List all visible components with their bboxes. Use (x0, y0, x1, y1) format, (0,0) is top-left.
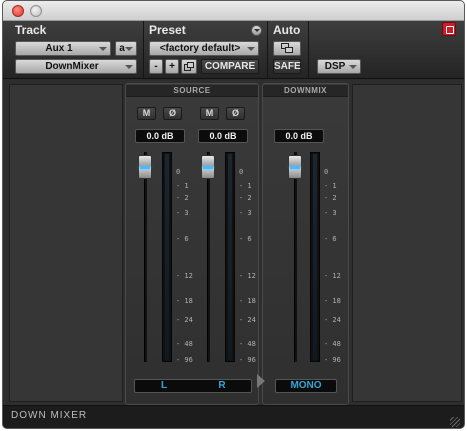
meter-l (162, 152, 172, 362)
meter-tick-label: - 24 (239, 316, 256, 324)
fader-l[interactable] (138, 155, 152, 179)
downmix-title: DOWNMIX (263, 85, 348, 97)
meter-tick-label: - 24 (176, 316, 193, 324)
channel-label-r: R (218, 380, 226, 391)
meter-tick-label: - 1 (176, 182, 189, 190)
meter-tick-label: - 12 (176, 272, 193, 280)
header-divider (143, 21, 144, 79)
meter-tick-label: - 18 (239, 297, 256, 305)
meter-tick-label: - 48 (239, 340, 256, 348)
preset-menu-icon[interactable] (251, 25, 262, 36)
track-name: Aux 1 (45, 43, 73, 54)
meter-tick-label: - 18 (176, 297, 193, 305)
meter-tick-label: - 2 (324, 194, 337, 202)
meter-tick-label: - 48 (324, 340, 341, 348)
preset-label: Preset (149, 23, 186, 37)
compare-button[interactable]: COMPARE (201, 59, 259, 74)
safe-button[interactable]: SAFE (273, 59, 301, 74)
gain-readout-mono[interactable]: 0.0 dB (274, 129, 324, 143)
resize-grip-icon[interactable] (450, 417, 460, 427)
chevron-down-icon (99, 47, 107, 51)
gain-readout-r[interactable]: 0.0 dB (198, 129, 248, 143)
meter-r (225, 152, 235, 362)
automation-button[interactable] (273, 41, 301, 56)
copy-icon (184, 62, 194, 71)
meter-tick-label: - 1 (324, 182, 337, 190)
meter-tick-label: - 12 (324, 272, 341, 280)
header-divider (267, 21, 268, 79)
plugin-title: DOWN MIXER (11, 410, 88, 421)
channel-selector[interactable]: a (115, 41, 137, 56)
title-bar (3, 1, 464, 21)
meter-tick-label: - 12 (239, 272, 256, 280)
meter-tick-label: - 6 (324, 235, 337, 243)
meter-tick-label: - 96 (324, 356, 341, 364)
previous-preset-button[interactable]: - (149, 59, 163, 74)
chevron-down-icon (125, 47, 133, 51)
fader-track-l (144, 152, 147, 362)
header-divider (308, 21, 309, 79)
phase-button-l[interactable]: Ø (163, 107, 182, 120)
close-window-button[interactable] (12, 5, 24, 17)
fader-r[interactable] (201, 155, 215, 179)
preset-selector[interactable]: <factory default> (149, 41, 259, 56)
meter-tick-label: - 6 (176, 235, 189, 243)
copy-preset-button[interactable] (181, 59, 197, 74)
next-preset-button[interactable]: + (165, 59, 179, 74)
automation-icon (281, 43, 293, 53)
chevron-down-icon (247, 47, 255, 51)
meter-tick-label: - 2 (239, 194, 252, 202)
phase-button-r[interactable]: Ø (226, 107, 245, 120)
meter-tick-label: - 96 (239, 356, 256, 364)
meter-tick-label: 0 (324, 168, 329, 176)
preset-name: <factory default> (159, 43, 241, 54)
chevron-down-icon (125, 65, 133, 69)
auto-label: Auto (273, 23, 301, 37)
fader-track-r (207, 152, 210, 362)
plugin-footer: DOWN MIXER (3, 405, 464, 428)
plugin-body: SOURCE M Ø M Ø 0.0 dB 0.0 dB 0 - 1 - 2 - 3 -… (3, 80, 464, 405)
plugin-selector[interactable]: DownMixer (15, 59, 137, 74)
right-panel (352, 84, 462, 402)
gain-readout-l[interactable]: 0.0 dB (135, 129, 185, 143)
minimize-window-button[interactable] (30, 5, 42, 17)
channel-label-mono: MONO (290, 380, 322, 391)
plugin-name: DownMixer (45, 61, 99, 72)
bypass-button[interactable] (442, 22, 456, 36)
plugin-window: Track Preset Auto Aux 1 a DownMixer <fac… (2, 0, 465, 429)
fader-mono[interactable] (288, 155, 302, 179)
meter-tick-label: - 3 (324, 209, 337, 217)
meter-tick-label: 0 (176, 168, 181, 176)
meter-tick-label: 0 (239, 168, 244, 176)
downmix-section: DOWNMIX 0.0 dB 0 - 1 - 2 - 3 - 6 - 12 - 18 - 24… (262, 83, 349, 405)
source-title: SOURCE (126, 85, 258, 97)
source-section: SOURCE M Ø M Ø 0.0 dB 0.0 dB 0 - 1 - 2 - 3 -… (125, 83, 259, 405)
fader-track-mono (294, 152, 297, 362)
meter-tick-label: - 18 (324, 297, 341, 305)
dsp-selector[interactable]: DSP (317, 59, 361, 74)
meter-tick-label: - 1 (239, 182, 252, 190)
meter-tick-label: - 96 (176, 356, 193, 364)
track-label: Track (15, 23, 47, 37)
meter-tick-label: - 6 (239, 235, 252, 243)
track-selector[interactable]: Aux 1 (15, 41, 111, 56)
signal-flow-arrow-icon (257, 374, 265, 388)
left-panel (9, 84, 123, 402)
plugin-header: Track Preset Auto Aux 1 a DownMixer <fac… (3, 21, 464, 79)
meter-tick-label: - 3 (176, 209, 189, 217)
downmix-channel-bar: MONO (275, 379, 337, 393)
mute-button-l[interactable]: M (137, 107, 156, 120)
meter-tick-label: - 24 (324, 316, 341, 324)
channel-label-l: L (160, 380, 168, 391)
source-channel-bar: L R (134, 379, 252, 393)
chevron-down-icon (349, 65, 357, 69)
mute-button-r[interactable]: M (200, 107, 219, 120)
meter-tick-label: - 2 (176, 194, 189, 202)
meter-tick-label: - 48 (176, 340, 193, 348)
meter-tick-label: - 3 (239, 209, 252, 217)
meter-mono (310, 152, 320, 362)
